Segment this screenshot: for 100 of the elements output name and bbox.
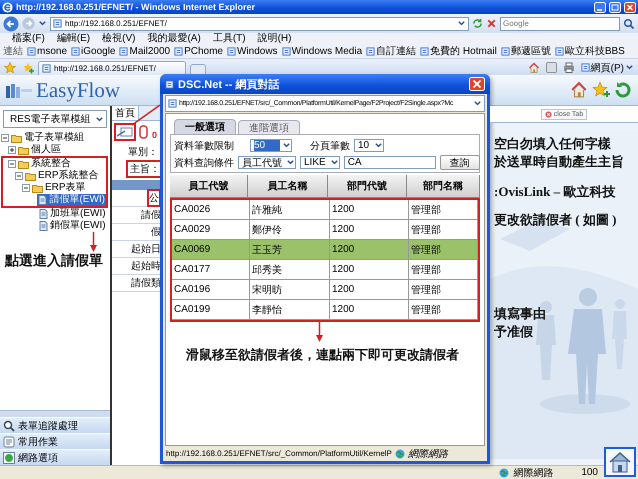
favorites-link[interactable]: 免費的 Hotmail <box>420 46 497 58</box>
address-field[interactable]: http://192.168.0.251/EFNET/ <box>50 16 469 30</box>
table-row[interactable]: CA0177 邱秀美 1200 管理部 <box>172 260 478 280</box>
expand-toggle[interactable] <box>8 146 16 154</box>
dropdown[interactable]: LIKE <box>300 156 340 169</box>
stop-icon[interactable] <box>486 18 497 29</box>
home-icon[interactable] <box>570 81 588 99</box>
tree-item[interactable]: 銷假單(EWI) <box>38 220 107 232</box>
add-favorite-icon[interactable] <box>22 62 34 74</box>
edit-icon[interactable] <box>117 126 133 138</box>
menu-item[interactable]: 工具(T) <box>212 33 246 45</box>
expand-toggle[interactable] <box>8 160 16 168</box>
field-label: 請假 <box>141 208 161 222</box>
menu-item[interactable]: 我的最愛(A) <box>147 33 201 45</box>
annotation-text: 滑鼠移至欲請假者後，連點兩下即可更改請假者 <box>186 346 459 364</box>
note-text: 於送單時自動產生主旨 <box>494 153 625 171</box>
tab[interactable]: 一般選項 <box>174 119 236 134</box>
home-button[interactable] <box>604 447 636 477</box>
note-icon <box>3 436 15 448</box>
panel-grip[interactable] <box>0 411 110 417</box>
panel-item[interactable]: 常用作業 <box>0 433 110 449</box>
note-text: 更改欲請假者 ( 如圖 ) <box>494 211 618 229</box>
favorites-link[interactable]: Mail2000 <box>119 46 170 58</box>
favorites-link[interactable]: 郵遞區號 <box>500 46 551 58</box>
zoom-level[interactable]: 100 <box>581 467 598 478</box>
menu-item[interactable]: 說明(H) <box>258 33 292 45</box>
table-row[interactable]: CA0026 許雅純 1200 管理部 <box>172 200 478 220</box>
favorites-star-icon[interactable] <box>592 81 610 99</box>
globe-icon <box>499 468 510 478</box>
tree-item[interactable]: ERP系統整合 <box>24 170 100 182</box>
back-button[interactable] <box>3 16 19 32</box>
panel-item[interactable]: 網路選項 <box>0 449 110 465</box>
table-cell: 宋明昉 <box>250 280 330 300</box>
tree-item[interactable]: 系統整合 <box>17 158 72 170</box>
print-icon[interactable] <box>562 62 575 73</box>
home-icon[interactable] <box>528 62 540 74</box>
menu-item[interactable]: 檔案(F) <box>12 33 45 45</box>
panel-item[interactable]: 表單追蹤處理 <box>0 417 110 433</box>
tree-item[interactable]: 請假單(EWI) <box>37 194 106 206</box>
module-dropdown[interactable]: RES電子表單模組 <box>3 110 107 128</box>
browser-tab[interactable]: http://192.168.0.251/EFNET/ <box>38 61 186 75</box>
status-zone: 網際網路 <box>408 448 448 460</box>
expand-toggle[interactable] <box>1 134 9 142</box>
table-cell: 管理部 <box>409 240 478 260</box>
table-cell: 1200 <box>330 300 409 320</box>
favorites-star-icon[interactable] <box>4 62 16 74</box>
refresh-icon[interactable] <box>472 18 483 29</box>
table-row[interactable]: CA0196 宋明昉 1200 管理部 <box>172 280 478 300</box>
search-button[interactable]: 查詢 <box>440 155 480 170</box>
caret-icon <box>473 99 482 108</box>
close-button[interactable] <box>624 2 636 12</box>
search-field[interactable]: CA <box>344 156 436 169</box>
column-header: 員工代號 <box>170 175 248 198</box>
favorites-link[interactable]: msone <box>27 46 68 58</box>
document-icon <box>39 221 48 231</box>
table-cell: 1200 <box>330 260 409 280</box>
table-cell: 許雅純 <box>250 200 330 220</box>
tree-item[interactable]: 電子表單模組 <box>10 132 85 144</box>
minimize-button[interactable] <box>594 2 606 12</box>
favorites-link[interactable]: 自訂連結 <box>366 46 416 58</box>
tree-item[interactable]: ERP表單 <box>31 182 87 194</box>
tree-item[interactable]: 加班單(EWI) <box>38 208 107 220</box>
dropdown[interactable]: 員工代號 <box>238 156 296 169</box>
menu-item[interactable]: 檢視(V) <box>102 33 136 45</box>
table-row[interactable]: CA0069 王玉芳 1200 管理部 <box>172 240 478 260</box>
folder-icon <box>11 134 22 142</box>
page-menu-button[interactable]: 網頁(P) <box>580 60 634 74</box>
search-field[interactable]: Google <box>500 16 620 30</box>
feed-icon[interactable] <box>546 62 557 73</box>
dropdown[interactable]: 50 <box>250 139 292 152</box>
expand-toggle[interactable] <box>22 184 30 192</box>
table-cell: 王玉芳 <box>250 240 330 260</box>
caret-icon <box>330 158 339 167</box>
table-row[interactable]: CA0199 李靜怡 1200 管理部 <box>172 300 478 320</box>
table-cell: 管理部 <box>409 280 478 300</box>
close-button[interactable] <box>469 77 485 91</box>
dropdown[interactable]: 10 <box>354 139 384 152</box>
house-icon <box>608 451 632 473</box>
favorites-link[interactable]: iGoogle <box>71 46 116 58</box>
search-icon[interactable] <box>623 18 635 30</box>
table-cell: CA0026 <box>172 200 250 220</box>
maximize-button[interactable] <box>609 2 621 12</box>
globe-icon <box>394 448 405 458</box>
table-cell: CA0177 <box>172 260 250 280</box>
expand-toggle[interactable] <box>15 172 23 180</box>
tab[interactable]: 進階選項 <box>238 120 300 134</box>
favorites-link[interactable]: Windows <box>226 46 278 58</box>
clip-icon[interactable] <box>139 125 149 139</box>
table-cell: CA0196 <box>172 280 250 300</box>
annotation-arrow <box>90 232 97 252</box>
tree-item[interactable]: 個人區 <box>17 144 62 156</box>
favorites-link[interactable]: PChome <box>174 46 223 58</box>
browser-logo-icon <box>2 2 13 12</box>
refresh-icon[interactable] <box>614 81 632 99</box>
menu-item[interactable]: 編輯(E) <box>56 33 90 45</box>
home-tab[interactable]: 首頁 <box>112 106 139 120</box>
logo-bars-icon <box>6 82 32 98</box>
favorites-link[interactable]: 歐立科技BBS <box>554 46 625 58</box>
new-tab-button[interactable] <box>190 64 206 75</box>
favorites-link[interactable]: Windows Media <box>282 46 362 58</box>
